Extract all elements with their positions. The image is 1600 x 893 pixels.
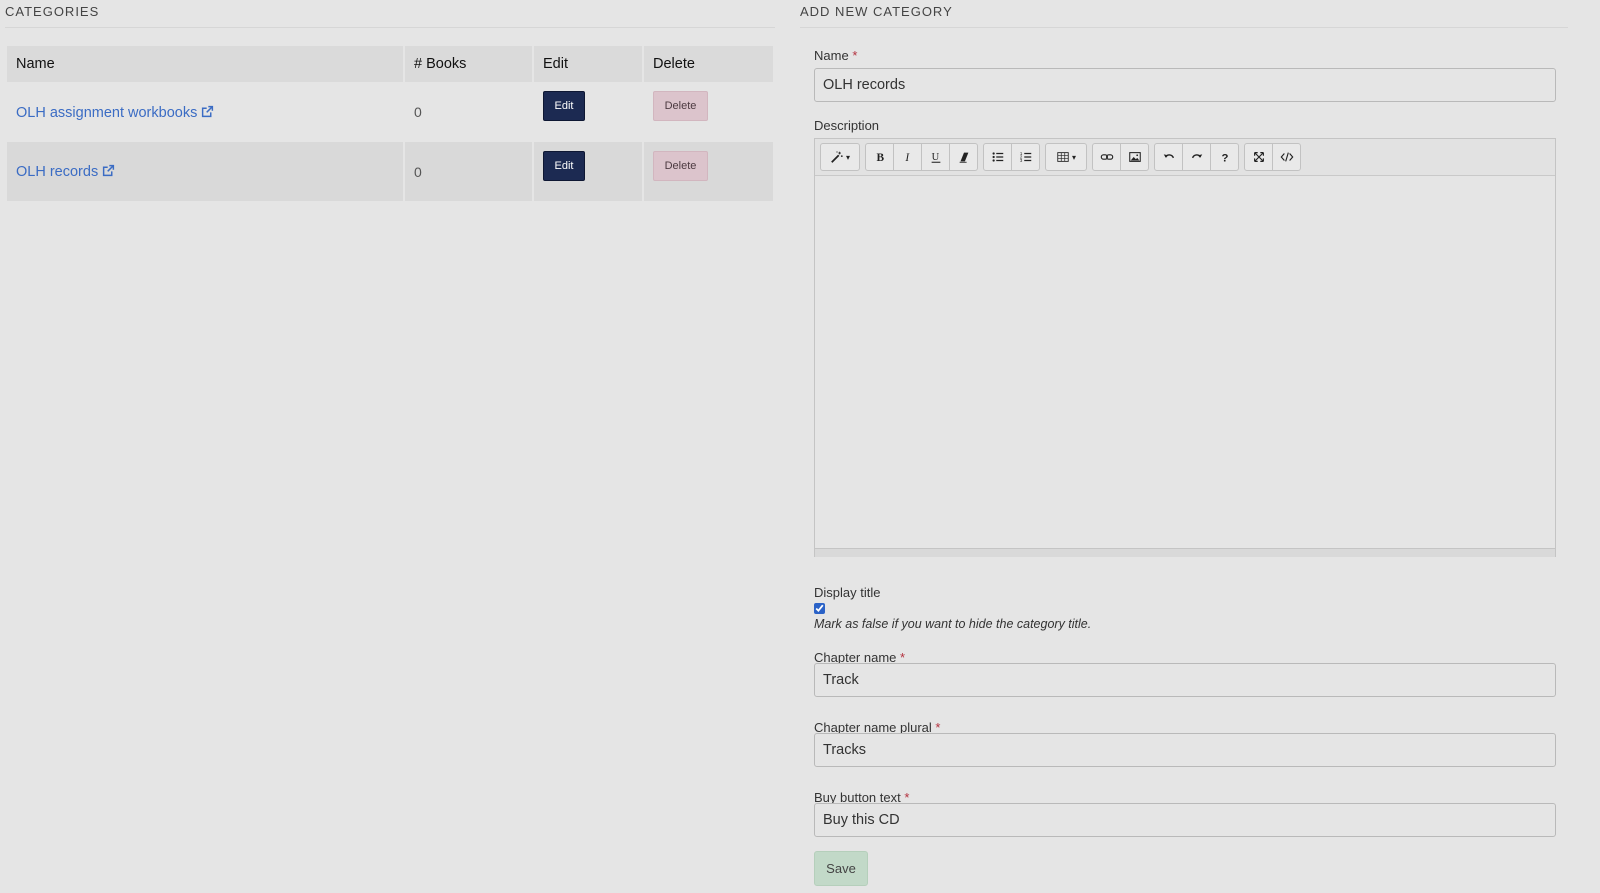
- add-category-divider: [800, 27, 1568, 28]
- toolbar-group-insert: [1092, 143, 1149, 171]
- external-link-icon: [102, 164, 115, 177]
- category-link[interactable]: OLH assignment workbooks: [16, 105, 214, 121]
- description-label: Description: [814, 118, 880, 133]
- categories-table: Name # Books Edit Delete OLH assignment …: [7, 46, 773, 201]
- svg-text:U: U: [931, 152, 939, 163]
- description-editor: ▾ B I U 123 ▾ ?: [814, 138, 1556, 557]
- toolbar-group-font: B I U: [865, 143, 978, 171]
- toolbar-group-lists: 123: [983, 143, 1040, 171]
- table-row: OLH assignment workbooks 0 Edit Delete: [7, 82, 773, 142]
- books-count: 0: [403, 142, 533, 201]
- name-label: Name *: [814, 48, 857, 63]
- edit-cell: Edit: [532, 142, 643, 201]
- delete-cell: Delete: [642, 142, 773, 201]
- chapter-name-plural-input[interactable]: [814, 733, 1556, 767]
- link-icon[interactable]: [1092, 143, 1121, 171]
- column-header-edit: Edit: [532, 46, 643, 82]
- bold-icon[interactable]: B: [865, 143, 894, 171]
- toolbar-group-view: [1244, 143, 1301, 171]
- svg-text:I: I: [904, 152, 910, 164]
- delete-button[interactable]: Delete: [653, 150, 708, 181]
- toolbar-group-style: ▾: [820, 143, 860, 171]
- eraser-icon[interactable]: [949, 143, 978, 171]
- code-view-icon[interactable]: [1272, 143, 1301, 171]
- editor-resize-bar[interactable]: [815, 548, 1555, 557]
- name-cell: OLH assignment workbooks: [7, 82, 404, 142]
- image-icon[interactable]: [1120, 143, 1149, 171]
- name-input[interactable]: [814, 68, 1556, 102]
- numbered-list-icon[interactable]: 123: [1011, 143, 1040, 171]
- table-row: OLH records 0 Edit Delete: [7, 142, 773, 201]
- books-count: 0: [403, 82, 533, 142]
- chapter-name-input[interactable]: [814, 663, 1556, 697]
- edit-button[interactable]: Edit: [543, 150, 585, 181]
- required-marker: *: [852, 48, 858, 63]
- redo-icon[interactable]: [1182, 143, 1211, 171]
- help-icon[interactable]: ?: [1210, 143, 1239, 171]
- name-label-text: Name: [814, 48, 849, 63]
- undo-icon[interactable]: [1154, 143, 1183, 171]
- fullscreen-icon[interactable]: [1244, 143, 1273, 171]
- category-link-label: OLH records: [16, 164, 99, 180]
- categories-heading: CATEGORIES: [5, 4, 100, 19]
- svg-text:?: ?: [1221, 152, 1228, 164]
- italic-icon[interactable]: I: [893, 143, 922, 171]
- categories-divider: [5, 27, 775, 28]
- name-cell: OLH records: [7, 142, 404, 201]
- underline-icon[interactable]: U: [921, 143, 950, 171]
- toolbar-group-history: ?: [1154, 143, 1239, 171]
- category-link-label: OLH assignment workbooks: [16, 104, 198, 121]
- description-editable-area[interactable]: [815, 176, 1555, 548]
- display-title-help: Mark as false if you want to hide the ca…: [814, 617, 1092, 631]
- table-icon[interactable]: ▾: [1045, 143, 1087, 171]
- add-category-heading: ADD NEW CATEGORY: [800, 4, 953, 19]
- editor-toolbar: ▾ B I U 123 ▾ ?: [815, 139, 1555, 176]
- table-header-row: Name # Books Edit Delete: [7, 46, 773, 82]
- buy-button-text-input[interactable]: [814, 803, 1556, 837]
- edit-button[interactable]: Edit: [543, 91, 585, 121]
- column-header-delete: Delete: [642, 46, 773, 82]
- bullet-list-icon[interactable]: [983, 143, 1012, 171]
- column-header-name: Name: [7, 46, 404, 82]
- display-title-label: Display title: [814, 585, 881, 600]
- delete-button[interactable]: Delete: [653, 91, 708, 121]
- edit-cell: Edit: [532, 82, 643, 142]
- save-button[interactable]: Save: [814, 851, 868, 886]
- toolbar-group-table: ▾: [1045, 143, 1087, 171]
- svg-text:3: 3: [1019, 158, 1022, 163]
- external-link-icon: [201, 105, 214, 118]
- display-title-checkbox[interactable]: [814, 603, 825, 614]
- magic-wand-icon[interactable]: ▾: [820, 143, 860, 171]
- category-link[interactable]: OLH records: [16, 164, 115, 180]
- column-header-books: # Books: [403, 46, 533, 82]
- delete-cell: Delete: [642, 82, 773, 142]
- svg-text:B: B: [876, 152, 884, 164]
